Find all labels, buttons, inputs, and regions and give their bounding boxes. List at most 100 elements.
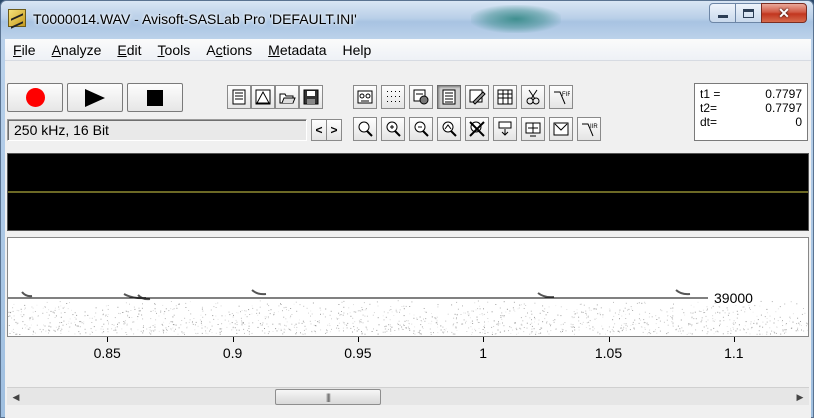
dotted-grid-icon [387, 91, 400, 102]
frequency-marker-label: 39000 [714, 290, 753, 306]
display-button[interactable] [521, 117, 545, 141]
zoom-reset-icon [469, 121, 485, 137]
zoom-reset-button[interactable] [465, 117, 489, 141]
menu-edit[interactable]: Edit [109, 40, 149, 60]
menu-help[interactable]: Help [335, 40, 380, 60]
zoom-in-button[interactable] [381, 117, 405, 141]
menu-tools[interactable]: Tools [150, 40, 199, 60]
time-tick-label: 1.05 [594, 345, 623, 361]
time-tick [733, 337, 735, 342]
open-folder-button[interactable] [275, 85, 299, 109]
dt-value: 0 [795, 115, 802, 129]
menu-actions[interactable]: Actions [198, 40, 260, 60]
scroll-right-icon[interactable]: ▶ [791, 388, 809, 406]
grid-table-button[interactable] [493, 85, 517, 109]
time-tick [232, 337, 234, 342]
draw-button[interactable] [465, 85, 489, 109]
minimize-button[interactable] [709, 3, 736, 23]
cut-button[interactable] [521, 85, 545, 109]
horizontal-scrollbar[interactable]: ◀ ||| ▶ [7, 387, 809, 405]
close-icon: ✕ [778, 4, 790, 21]
dotted-grid-button[interactable] [381, 85, 405, 109]
spectrogram-options-button[interactable] [409, 85, 433, 109]
spectrogram[interactable]: 39000 [7, 237, 809, 337]
format-status: 250 kHz, 16 Bit [7, 119, 307, 141]
grid-table-icon [497, 89, 513, 105]
zoom-out-icon [414, 121, 429, 137]
zoom-out-button[interactable] [409, 117, 433, 141]
nav-next-button[interactable]: > [326, 119, 342, 141]
window-title: T0000014.WAV - Avisoft-SASLab Pro 'DEFAU… [33, 11, 357, 27]
client-area: File Analyze Edit Tools Actions Metadata Help … [5, 39, 811, 418]
save-button[interactable] [299, 85, 323, 109]
app-window: T0000014.WAV - Avisoft-SASLab Pro 'DEFAU… [0, 0, 814, 418]
time-tick-label: 1 [479, 345, 488, 361]
stop-button[interactable] [127, 83, 183, 112]
maximize-button[interactable] [735, 3, 762, 23]
envelope-button[interactable] [251, 85, 275, 109]
scroll-left-icon[interactable]: ◀ [7, 388, 25, 406]
envelope-icon [255, 89, 271, 105]
expand-icon [498, 121, 512, 136]
stop-icon [147, 89, 163, 106]
iir-filter-button[interactable]: IIR [577, 117, 601, 141]
svg-text:FIR: FIR [562, 92, 570, 98]
oscillogram-plot [8, 191, 808, 193]
menu-metadata[interactable]: Metadata [260, 40, 334, 60]
zoom-time-button[interactable] [437, 117, 461, 141]
menu-file[interactable]: File [5, 40, 44, 60]
cassette-icon [357, 90, 373, 104]
svg-text:IIR: IIR [590, 124, 598, 130]
record-button[interactable] [7, 83, 63, 112]
cursor-readout: t1 = 0.7797 t2= 0.7797 dt= 0 [694, 83, 808, 141]
time-tick-label: 1.1 [724, 345, 744, 361]
iir-filter-icon: IIR [582, 123, 598, 137]
time-tick [483, 337, 485, 342]
fir-filter-icon: FIR [554, 91, 570, 105]
record-icon [25, 88, 45, 107]
zoom-time-icon [442, 121, 457, 137]
dt-label: dt= [700, 115, 718, 129]
display-icon [525, 122, 541, 137]
t2-label: t2= [700, 101, 718, 115]
nav-prev-button[interactable]: < [311, 119, 327, 141]
time-tick-label: 0.9 [222, 345, 243, 361]
cut-icon [526, 89, 540, 105]
notes-icon [232, 89, 246, 105]
cassette-button[interactable] [353, 85, 377, 109]
title-glow [471, 5, 561, 33]
oscillogram[interactable] [7, 153, 809, 231]
caption-buttons: ✕ [709, 3, 807, 25]
title-bar[interactable]: T0000014.WAV - Avisoft-SASLab Pro 'DEFAU… [1, 1, 813, 39]
zoom-in-icon [386, 121, 401, 137]
zoom-button[interactable] [353, 117, 377, 141]
menu-analyze[interactable]: Analyze [44, 40, 110, 60]
t2-value: 0.7797 [765, 101, 802, 115]
time-tick [608, 337, 610, 342]
spectrogram-plot: 39000 [8, 289, 808, 335]
spectrogram-options-icon [413, 89, 429, 105]
time-tick [107, 337, 109, 342]
save-icon [303, 89, 319, 105]
minimize-icon [717, 14, 728, 18]
time-tick-label: 0.95 [344, 345, 372, 361]
play-button[interactable] [67, 83, 123, 112]
t1-label: t1 = [700, 87, 721, 101]
spectrogram-noise [8, 300, 808, 335]
list-icon [442, 89, 456, 105]
envelope-view-button[interactable] [549, 117, 573, 141]
app-icon[interactable] [8, 9, 26, 27]
fir-filter-button[interactable]: FIR [549, 85, 573, 109]
play-icon [85, 88, 105, 107]
time-tick-label: 0.85 [93, 345, 121, 361]
list-button[interactable] [437, 85, 461, 109]
notes-button[interactable] [227, 85, 251, 109]
zoom-icon [358, 121, 373, 137]
expand-button[interactable] [493, 117, 517, 141]
envelope-view-icon [553, 122, 569, 136]
time-axis: 0.85 0.9 0.95 1 1.05 1.1 [7, 337, 809, 367]
close-button[interactable]: ✕ [761, 3, 807, 23]
draw-icon [469, 89, 486, 105]
scroll-thumb[interactable]: ||| [275, 389, 381, 405]
t1-value: 0.7797 [765, 87, 802, 101]
